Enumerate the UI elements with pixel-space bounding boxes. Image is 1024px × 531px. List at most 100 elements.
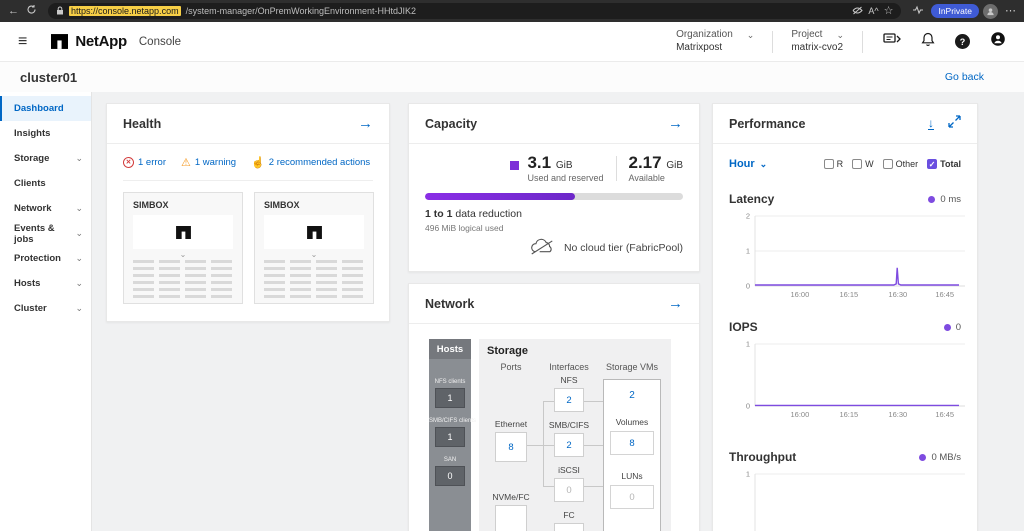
address-bar[interactable]: https://console.netapp.com /system-manag… — [48, 3, 901, 19]
checkbox-icon[interactable] — [852, 159, 862, 169]
storage-panel: Storage Ports Interfaces Storage VMs Eth… — [479, 339, 671, 531]
series-filters: RW Other ✓Total — [824, 159, 961, 169]
recommended-actions-link[interactable]: ☝ 2 recommended actions — [251, 156, 370, 169]
interface-item: iSCSI 0 — [545, 465, 593, 502]
filter-total[interactable]: ✓Total — [927, 159, 961, 169]
used-legend-swatch — [510, 161, 519, 170]
ports-column-header: Ports — [487, 362, 535, 372]
sidebar-item-protection[interactable]: Protection⌄ — [0, 246, 91, 271]
browser-menu-icon[interactable]: ⋯ — [1005, 6, 1016, 17]
interface-value[interactable]: 2 — [554, 388, 584, 412]
node-skeleton-lines — [264, 260, 364, 298]
warning-link[interactable]: ⚠ 1 warning — [181, 156, 236, 169]
luns-value[interactable]: 0 — [610, 485, 654, 509]
host-row-value: 0 — [435, 466, 465, 486]
browser-profile-avatar[interactable] — [983, 4, 998, 19]
checkbox-icon[interactable] — [824, 159, 834, 169]
health-open-arrow-icon[interactable]: → — [358, 115, 373, 132]
host-row-label: SAN — [429, 457, 471, 463]
sidebar-item-clients[interactable]: Clients — [0, 171, 91, 196]
period-dropdown[interactable]: Hour ⌄ — [729, 158, 767, 170]
capacity-title: Capacity — [425, 117, 477, 131]
interface-label: iSCSI — [545, 465, 593, 475]
svg-text:16:45: 16:45 — [935, 410, 954, 419]
network-title: Network — [425, 297, 474, 311]
pointer-hand-icon: ☝ — [251, 156, 265, 169]
refresh-icon[interactable] — [26, 2, 37, 20]
sidebar-item-hosts[interactable]: Hosts⌄ — [0, 271, 91, 296]
sidebar-item-dashboard[interactable]: Dashboard — [0, 96, 91, 121]
account-icon[interactable] — [990, 31, 1006, 52]
port-value[interactable] — [495, 505, 527, 531]
title-bar: cluster01 Go back — [0, 62, 1024, 92]
expand-icon[interactable] — [948, 115, 961, 133]
capacity-open-arrow-icon[interactable]: → — [668, 115, 683, 132]
url-highlight: https://console.netapp.com — [69, 6, 181, 16]
chevron-down-icon: ⌄ — [75, 256, 83, 261]
network-open-arrow-icon[interactable]: → — [668, 295, 683, 312]
sidebar-item-cluster[interactable]: Cluster⌄ — [0, 296, 91, 321]
svg-text:0: 0 — [746, 402, 750, 411]
port-value[interactable]: 8 — [495, 432, 527, 462]
checkbox-icon[interactable]: ✓ — [927, 159, 937, 169]
available-caption: Available — [629, 173, 684, 183]
svg-text:2: 2 — [746, 212, 750, 221]
legend-dot-icon — [944, 324, 951, 331]
notifications-bell-icon[interactable] — [921, 32, 935, 52]
filter-w[interactable]: W — [852, 159, 874, 169]
svg-text:1: 1 — [746, 247, 750, 256]
latency-title: Latency — [729, 192, 774, 206]
interfaces-column: NFS2SMB/CIFS2iSCSI0FC — [545, 375, 593, 531]
interface-value[interactable]: 2 — [554, 433, 584, 457]
health-card: Health → ✕ 1 error ⚠ 1 warning ☝ 2 recom… — [106, 103, 390, 322]
node-image — [133, 215, 233, 249]
hamburger-menu-icon[interactable]: ≡ — [18, 33, 27, 51]
hosts-column-title: Hosts — [429, 339, 471, 359]
svg-text:1: 1 — [746, 470, 750, 479]
sidebar-item-insights[interactable]: Insights — [0, 121, 91, 146]
interface-label: SMB/CIFS — [545, 420, 593, 430]
sidebar-item-events-jobs[interactable]: Events & jobs⌄ — [0, 221, 91, 246]
svg-text:16:30: 16:30 — [888, 410, 907, 419]
throughput-legend: 0 MB/s — [919, 452, 961, 463]
chevron-down-icon: ⌄ — [133, 251, 233, 258]
help-icon[interactable]: ? — [955, 34, 970, 49]
chevron-down-icon: ⌄ — [75, 156, 83, 161]
node-skeleton-lines — [133, 260, 233, 298]
product-name: Console — [139, 36, 181, 48]
filter-other[interactable]: Other — [883, 159, 919, 169]
chevron-down-icon: ⌄ — [760, 162, 768, 167]
interface-value[interactable] — [554, 523, 584, 531]
error-link[interactable]: ✕ 1 error — [123, 157, 166, 168]
node-card[interactable]: SIMBOX ⌄ — [254, 192, 374, 304]
tracking-prevention-icon[interactable] — [852, 6, 863, 17]
browser-essentials-icon[interactable] — [912, 2, 924, 20]
chevron-down-icon: ⌄ — [75, 306, 83, 311]
organization-picker[interactable]: Organization⌄ Matrixpost — [676, 29, 754, 54]
svg-text:1: 1 — [746, 340, 750, 349]
volumes-value[interactable]: 8 — [610, 431, 654, 455]
sidebar-item-storage[interactable]: Storage⌄ — [0, 146, 91, 171]
node-card[interactable]: SIMBOX ⌄ — [123, 192, 243, 304]
interface-item: FC — [545, 510, 593, 531]
inprivate-badge[interactable]: InPrivate — [931, 4, 979, 18]
capacity-progress-bar — [425, 193, 683, 200]
cloud-slash-icon — [528, 238, 556, 259]
console-switcher-icon[interactable] — [883, 32, 901, 51]
read-aloud-icon[interactable]: A^ — [868, 7, 878, 16]
data-reduction-text: 1 to 1 data reduction — [425, 208, 683, 220]
filter-r[interactable]: R — [824, 159, 844, 169]
svg-text:16:30: 16:30 — [888, 290, 907, 299]
go-back-link[interactable]: Go back — [945, 71, 984, 83]
netapp-logo[interactable]: NetApp — [51, 33, 127, 50]
interface-value[interactable]: 0 — [554, 478, 584, 502]
favorites-star-icon[interactable]: ☆ — [884, 6, 894, 17]
back-icon[interactable]: ← — [8, 6, 19, 17]
port-label: NVMe/FC — [487, 492, 535, 502]
project-picker[interactable]: Project⌄ matrix-cvo2 — [791, 29, 844, 54]
download-icon[interactable]: ↓ — [928, 117, 934, 131]
sidebar-item-network[interactable]: Network⌄ — [0, 196, 91, 221]
checkbox-icon[interactable] — [883, 159, 893, 169]
node-image — [264, 215, 364, 249]
interfaces-column-header: Interfaces — [543, 362, 595, 372]
